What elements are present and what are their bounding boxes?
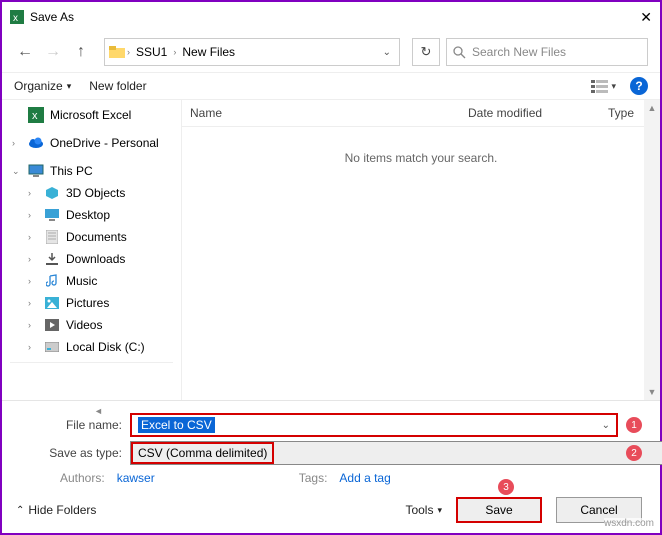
tree-item-onedrive[interactable]: › OneDrive - Personal — [2, 132, 181, 154]
authors-value[interactable]: kawser — [117, 471, 155, 485]
filename-input[interactable]: Excel to CSV ⌄ — [130, 413, 618, 437]
svg-text:x: x — [32, 110, 38, 122]
refresh-button[interactable]: ↻ — [412, 38, 440, 66]
search-input[interactable]: Search New Files — [446, 38, 648, 66]
music-icon — [44, 273, 60, 289]
col-header-date[interactable]: Date modified — [460, 100, 600, 126]
tags-label: Tags: — [299, 471, 328, 485]
chevron-down-icon: ▾ — [67, 81, 72, 92]
tags-value[interactable]: Add a tag — [339, 471, 390, 485]
3d-icon — [44, 185, 60, 201]
empty-message: No items match your search. — [182, 127, 660, 189]
address-bar[interactable]: › SSU1 › New Files ⌄ — [104, 38, 400, 66]
view-icon — [591, 79, 609, 93]
up-button[interactable]: ↑ — [70, 41, 92, 63]
svg-text:x: x — [13, 13, 18, 24]
savetype-label: Save as type: — [20, 446, 130, 460]
excel-icon: x — [28, 107, 44, 123]
pc-icon — [28, 163, 44, 179]
savetype-value: CSV (Comma delimited) — [131, 442, 274, 464]
tree-item-thispc[interactable]: ⌄ This PC — [2, 160, 181, 182]
new-folder-button[interactable]: New folder — [89, 79, 146, 93]
tree-item-music[interactable]: ›Music — [2, 270, 181, 292]
cloud-icon — [28, 135, 44, 151]
authors-label: Authors: — [60, 471, 105, 485]
col-header-name[interactable]: Name — [182, 100, 460, 126]
search-placeholder: Search New Files — [472, 45, 566, 59]
desktop-icon — [44, 207, 60, 223]
chevron-down-icon: ▾ — [611, 81, 616, 92]
annotation-badge-1: 1 — [626, 417, 642, 433]
collapse-icon[interactable]: ⌄ — [12, 166, 22, 177]
annotation-badge-2: 2 — [626, 445, 642, 461]
scrollbar[interactable]: ▲ ▼ ◄ — [644, 100, 660, 400]
tree-item-documents[interactable]: ›Documents — [2, 226, 181, 248]
annotation-badge-3: 3 — [498, 479, 514, 495]
tree-item-excel[interactable]: x Microsoft Excel — [2, 104, 181, 126]
navigation-tree[interactable]: x Microsoft Excel › OneDrive - Personal … — [2, 100, 182, 400]
search-icon — [453, 46, 466, 59]
window-title: Save As — [30, 10, 622, 24]
folder-icon — [109, 45, 125, 59]
downloads-icon — [44, 251, 60, 267]
watermark: wsxdn.com — [604, 518, 654, 529]
chevron-down-icon[interactable]: ⌄ — [602, 420, 610, 431]
view-options[interactable]: ▾ — [591, 79, 616, 93]
hide-folders-button[interactable]: ⌃ Hide Folders — [16, 503, 96, 517]
address-dropdown[interactable]: ⌄ — [379, 47, 395, 58]
tree-item-3d-objects[interactable]: ›3D Objects — [2, 182, 181, 204]
tree-item-localdisk[interactable]: ›Local Disk (C:) — [2, 336, 181, 358]
help-button[interactable]: ? — [630, 77, 648, 95]
documents-icon — [44, 229, 60, 245]
scroll-left-icon[interactable]: ◄ — [94, 406, 103, 416]
scroll-down-icon[interactable]: ▼ — [648, 387, 657, 397]
breadcrumb-newfiles[interactable]: New Files — [178, 45, 239, 59]
scroll-up-icon[interactable]: ▲ — [648, 103, 657, 113]
save-button[interactable]: Save — [456, 497, 542, 523]
tree-item-pictures[interactable]: ›Pictures — [2, 292, 181, 314]
tree-item-downloads[interactable]: ›Downloads — [2, 248, 181, 270]
filename-label: File name: — [20, 418, 130, 432]
tree-item-videos[interactable]: ›Videos — [2, 314, 181, 336]
file-list[interactable]: Name Date modified Type No items match y… — [182, 100, 660, 400]
chevron-right-icon: › — [125, 47, 132, 57]
close-button[interactable]: ✕ — [622, 9, 652, 26]
disk-icon — [44, 339, 60, 355]
pictures-icon — [44, 295, 60, 311]
tools-menu[interactable]: Tools ▾ — [405, 503, 442, 517]
back-button[interactable]: ← — [14, 41, 36, 63]
videos-icon — [44, 317, 60, 333]
excel-app-icon: x — [10, 10, 24, 24]
chevron-down-icon: ▾ — [437, 505, 442, 516]
savetype-select[interactable]: CSV (Comma delimited) ⌄ — [130, 441, 662, 465]
forward-button: → — [42, 41, 64, 63]
filename-value: Excel to CSV — [138, 417, 215, 433]
chevron-right-icon: › — [171, 47, 178, 57]
expand-icon[interactable]: › — [12, 138, 22, 148]
chevron-up-icon: ⌃ — [16, 505, 24, 516]
breadcrumb-ssu1[interactable]: SSU1 — [132, 45, 171, 59]
organize-menu[interactable]: Organize▾ — [14, 79, 71, 93]
tree-item-desktop[interactable]: ›Desktop — [2, 204, 181, 226]
